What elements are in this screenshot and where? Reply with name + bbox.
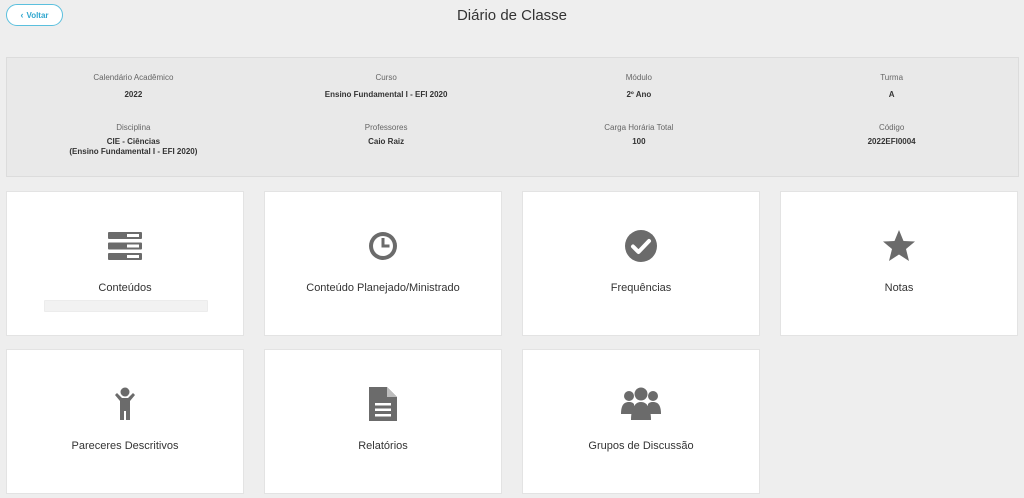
conteudos-progress-bar bbox=[44, 300, 208, 312]
info-label: Curso bbox=[375, 73, 397, 82]
info-value: Caio Raiz bbox=[368, 137, 405, 146]
info-value: (Ensino Fundamental I - EFI 2020) bbox=[69, 147, 198, 156]
info-value: 2022EFI0004 bbox=[867, 137, 916, 146]
class-info-panel: Calendário Acadêmico 2022 Curso Ensino F… bbox=[6, 57, 1019, 177]
child-icon bbox=[7, 386, 243, 422]
info-value: CIE - Ciências bbox=[106, 137, 161, 146]
info-value: Ensino Fundamental I - EFI 2020 bbox=[324, 90, 448, 99]
info-value: 100 bbox=[632, 137, 646, 146]
info-turma: Turma A bbox=[765, 73, 1018, 123]
card-label: Notas bbox=[884, 282, 914, 294]
info-value: A bbox=[888, 90, 895, 99]
card-relatorios[interactable]: Relatórios bbox=[264, 349, 502, 494]
check-circle-icon bbox=[523, 228, 759, 264]
card-notas[interactable]: Notas bbox=[780, 191, 1018, 336]
info-modulo: Módulo 2º Ano bbox=[513, 73, 766, 123]
card-conteudo-planejado[interactable]: Conteúdo Planejado/Ministrado bbox=[264, 191, 502, 336]
info-label: Calendário Acadêmico bbox=[93, 73, 174, 82]
card-label: Conteúdo Planejado/Ministrado bbox=[306, 282, 460, 294]
clock-icon bbox=[265, 228, 501, 264]
info-value: 2022 bbox=[124, 90, 143, 99]
card-label: Frequências bbox=[610, 282, 672, 294]
card-label: Pareceres Descritivos bbox=[71, 440, 179, 452]
info-label: Código bbox=[878, 123, 905, 132]
info-professores: Professores Caio Raiz bbox=[260, 123, 513, 173]
card-label: Relatórios bbox=[358, 440, 408, 452]
users-icon bbox=[523, 386, 759, 422]
info-label: Carga Horária Total bbox=[604, 123, 674, 132]
info-label: Turma bbox=[880, 73, 904, 82]
file-text-icon bbox=[265, 386, 501, 422]
info-codigo: Código 2022EFI0004 bbox=[765, 123, 1018, 173]
card-pareceres-descritivos[interactable]: Pareceres Descritivos bbox=[6, 349, 244, 494]
info-calendario: Calendário Acadêmico 2022 bbox=[7, 73, 260, 123]
info-label: Módulo bbox=[625, 73, 652, 82]
card-frequencias[interactable]: Frequências bbox=[522, 191, 760, 336]
info-label: Disciplina bbox=[116, 123, 151, 132]
list-icon bbox=[7, 228, 243, 264]
card-label: Grupos de Discussão bbox=[588, 440, 694, 452]
card-grupos-discussao[interactable]: Grupos de Discussão bbox=[522, 349, 760, 494]
page-title: Diário de Classe bbox=[456, 7, 568, 24]
card-label: Conteúdos bbox=[98, 282, 152, 294]
info-curso: Curso Ensino Fundamental I - EFI 2020 bbox=[260, 73, 513, 123]
info-label: Professores bbox=[364, 123, 408, 132]
card-conteudos[interactable]: Conteúdos bbox=[6, 191, 244, 336]
info-carga: Carga Horária Total 100 bbox=[513, 123, 766, 173]
info-value: 2º Ano bbox=[626, 90, 652, 99]
info-disciplina: Disciplina CIE - Ciências (Ensino Fundam… bbox=[7, 123, 260, 173]
star-icon bbox=[781, 228, 1017, 264]
